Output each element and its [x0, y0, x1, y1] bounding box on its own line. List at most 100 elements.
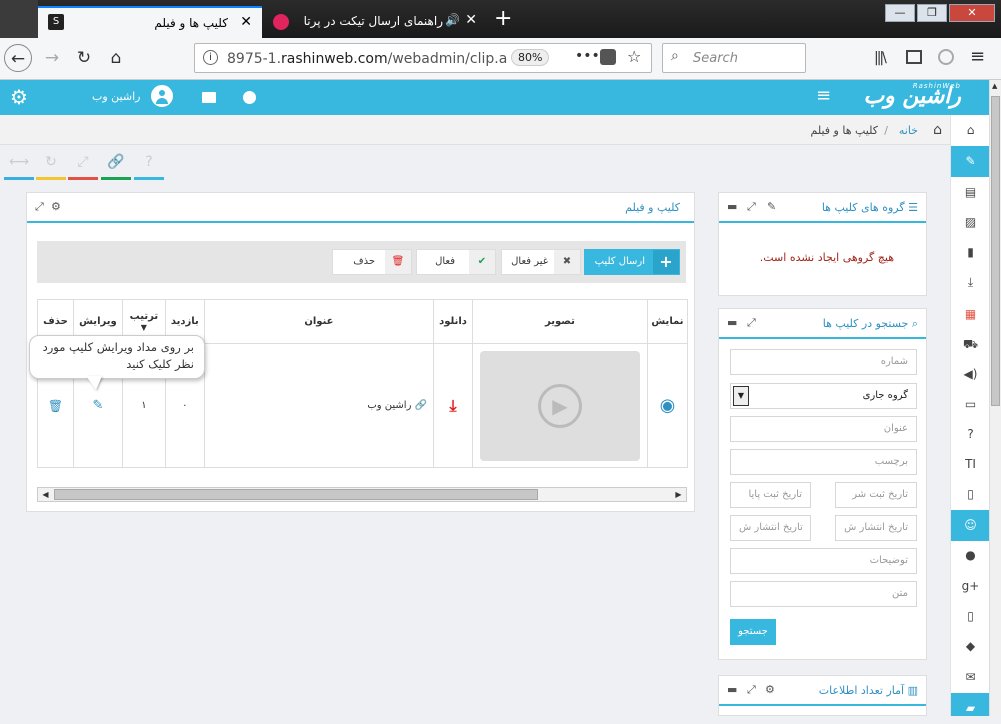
- breadcrumb-home[interactable]: خانه: [899, 124, 918, 137]
- scroll-up-icon[interactable]: ▲: [992, 82, 997, 90]
- group-select[interactable]: ▼ گروه جاری: [730, 383, 917, 409]
- activate-button[interactable]: ✔ فعال: [416, 249, 496, 275]
- search-button[interactable]: جستجو: [730, 619, 776, 645]
- logo[interactable]: راشین وب RashinWeb: [863, 82, 961, 109]
- question-icon[interactable]: ?: [951, 419, 990, 450]
- maximize-button[interactable]: ❐: [917, 4, 947, 22]
- col-title[interactable]: عنوان: [203, 299, 435, 344]
- title-input[interactable]: عنوان: [730, 416, 917, 442]
- number-input[interactable]: شماره: [730, 349, 917, 375]
- user-icon[interactable]: ●: [951, 540, 990, 571]
- close-window-button[interactable]: ✕: [949, 4, 995, 22]
- send-clip-button[interactable]: + ارسال کلیپ: [584, 249, 680, 275]
- monitor-icon[interactable]: ▭: [951, 389, 990, 420]
- document-icon[interactable]: ▮: [951, 237, 990, 268]
- users-icon[interactable]: ☺: [951, 510, 990, 541]
- menu-toggle-icon[interactable]: ≡: [816, 85, 831, 106]
- mail-icon[interactable]: ✉: [951, 662, 990, 693]
- image-icon[interactable]: ▨: [951, 207, 990, 238]
- home-icon[interactable]: ⌂: [951, 115, 990, 146]
- tab-guide[interactable]: 🔊 راهنمای ارسال تیکت در پرتال ... ✕: [263, 6, 487, 38]
- close-tab-icon[interactable]: ✕: [465, 12, 477, 28]
- newspaper-icon[interactable]: ▤: [951, 177, 990, 208]
- back-icon[interactable]: ←: [4, 44, 32, 72]
- expand-icon[interactable]: ⤢: [747, 316, 756, 330]
- scroll-right-icon[interactable]: ▶: [671, 488, 686, 501]
- library-icon[interactable]: |||\: [874, 50, 887, 66]
- search-box[interactable]: ⌕ Search: [662, 43, 806, 73]
- folder-icon[interactable]: ▰: [951, 693, 990, 716]
- user-name[interactable]: راشین وب: [92, 90, 140, 103]
- sidebar-toggle-icon[interactable]: [906, 50, 922, 64]
- settings-icon[interactable]: ⚙: [51, 200, 61, 213]
- mobile-icon[interactable]: ▯: [951, 601, 990, 632]
- pocket-icon[interactable]: [600, 49, 616, 65]
- breadcrumb: ⌂ خانه / کلیپ ها و فیلم: [0, 115, 950, 145]
- pencil-icon[interactable]: ✎: [951, 146, 990, 177]
- tag-input[interactable]: برچسب: [730, 449, 917, 475]
- video-thumbnail[interactable]: ▶: [479, 350, 640, 461]
- scroll-left-icon[interactable]: ◀: [38, 488, 53, 501]
- tab-clips[interactable]: S کلیپ ها و فیلم ✕: [38, 6, 262, 38]
- cart-icon[interactable]: ⛟: [951, 329, 990, 360]
- fullscreen-icon[interactable]: ⤢: [68, 154, 98, 180]
- globe-icon[interactable]: [243, 91, 256, 104]
- download-icon[interactable]: ⤓: [951, 267, 990, 298]
- reg-start-input[interactable]: تاریخ ثبت شر: [835, 482, 917, 508]
- col-image[interactable]: تصویر: [472, 299, 648, 344]
- scroll-thumb[interactable]: [991, 96, 1000, 406]
- description-input[interactable]: توضیحات: [730, 548, 917, 574]
- expand-icon[interactable]: ⤢: [747, 683, 756, 697]
- text-icon[interactable]: TI: [951, 449, 990, 480]
- expand-icon[interactable]: ⤢: [747, 200, 756, 214]
- page-scrollbar[interactable]: ▲: [989, 80, 1001, 716]
- text-input[interactable]: متن: [730, 581, 917, 607]
- col-show[interactable]: نمایش: [646, 299, 689, 344]
- plus-icon: +: [653, 250, 679, 274]
- avatar-icon[interactable]: [151, 85, 173, 107]
- collapse-icon[interactable]: ▬: [727, 200, 737, 213]
- minimize-button[interactable]: —: [885, 4, 915, 22]
- address-bar[interactable]: i 8975-1.rashinweb.com/webadmin/clip.a 8…: [194, 43, 652, 73]
- link-icon[interactable]: 🔗: [101, 154, 131, 180]
- reg-end-input[interactable]: تاریخ ثبت پایا: [730, 482, 811, 508]
- edit-icon[interactable]: ✎: [767, 200, 776, 213]
- pub-start-input[interactable]: تاریخ انتشار ش: [835, 515, 917, 541]
- dashboard-icon[interactable]: [202, 92, 216, 103]
- home-icon[interactable]: ⌂: [102, 44, 130, 72]
- col-download[interactable]: دانلود: [433, 299, 474, 344]
- search-icon: ⌕: [671, 48, 679, 64]
- settings-gear-icon[interactable]: ⚙: [10, 85, 28, 109]
- horizontal-scrollbar[interactable]: ◀ ▶: [37, 487, 687, 502]
- globe-icon[interactable]: [938, 49, 954, 65]
- pub-end-input[interactable]: تاریخ انتشار ش: [730, 515, 811, 541]
- delete-button[interactable]: 🗑 حذف: [332, 249, 412, 275]
- file-icon[interactable]: ▯: [951, 479, 990, 510]
- more-icon[interactable]: •••: [575, 48, 600, 64]
- film-icon[interactable]: ▦: [951, 299, 990, 330]
- comments-icon[interactable]: ◆: [951, 631, 990, 662]
- new-tab-button[interactable]: +: [494, 6, 512, 31]
- menu-icon[interactable]: ≡: [970, 46, 985, 67]
- expand-icon[interactable]: ⤢: [35, 200, 44, 214]
- zoom-badge[interactable]: 80%: [511, 49, 550, 66]
- deactivate-button[interactable]: ✖ غیر فعال: [501, 249, 581, 275]
- reload-icon[interactable]: ↻: [70, 44, 98, 72]
- close-tab-icon[interactable]: ✕: [240, 14, 252, 30]
- trash-icon[interactable]: 🗑: [48, 399, 63, 413]
- bookmark-star-icon[interactable]: ☆: [627, 47, 641, 66]
- collapse-icon[interactable]: ▬: [727, 683, 737, 696]
- scroll-thumb[interactable]: [54, 489, 538, 500]
- settings-icon[interactable]: ⚙: [765, 683, 775, 696]
- help-icon[interactable]: ?: [134, 154, 164, 180]
- home-icon[interactable]: ⌂: [933, 122, 942, 138]
- pencil-icon[interactable]: ✎: [92, 398, 103, 413]
- resize-icon[interactable]: ⟷: [4, 154, 34, 180]
- refresh-icon[interactable]: ↻: [36, 154, 66, 180]
- volume-icon[interactable]: ◀): [951, 359, 990, 390]
- eye-icon[interactable]: ◉: [660, 395, 676, 416]
- forward-icon[interactable]: →: [38, 44, 66, 72]
- download-icon[interactable]: ⤓: [450, 396, 457, 415]
- google-plus-icon[interactable]: g+: [951, 571, 990, 602]
- collapse-icon[interactable]: ▬: [727, 316, 737, 329]
